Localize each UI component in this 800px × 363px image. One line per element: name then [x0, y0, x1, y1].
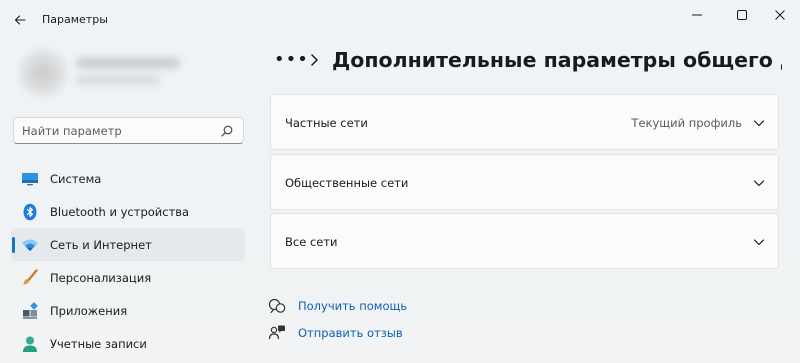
- sidebar-item-label: Bluetooth и устройства: [50, 205, 190, 219]
- active-indicator: [12, 237, 15, 253]
- avatar: [18, 48, 68, 98]
- breadcrumb-overflow-button[interactable]: •••: [274, 49, 309, 70]
- card-label: Общественные сети: [285, 176, 409, 190]
- search-icon[interactable]: [220, 124, 234, 138]
- send-feedback-link[interactable]: Отправить отзыв: [268, 322, 468, 344]
- sidebar-item-label: Учетные записи: [50, 337, 147, 351]
- back-button[interactable]: [8, 8, 32, 32]
- title-bar: Параметры: [0, 0, 800, 40]
- search-input[interactable]: [22, 123, 217, 139]
- minimize-button[interactable]: [679, 0, 715, 30]
- get-help-link[interactable]: Получить помощь: [268, 295, 468, 317]
- help-icon: [268, 298, 286, 314]
- apps-icon: [21, 302, 39, 320]
- minimize-icon: [692, 14, 702, 16]
- chevron-down-icon[interactable]: [752, 176, 766, 190]
- user-profile[interactable]: [14, 44, 244, 100]
- sidebar-item-personalization[interactable]: Персонализация: [11, 261, 245, 294]
- sidebar-item-network[interactable]: Сеть и Интернет: [11, 228, 245, 261]
- bluetooth-icon: [21, 203, 39, 221]
- card-label: Все сети: [285, 235, 338, 249]
- settings-window: Параметры Найти параметр Система Bluetoo…: [0, 0, 800, 363]
- breadcrumb: ••• Дополнительные параметры общего дос: [272, 46, 782, 80]
- sidebar-item-label: Приложения: [50, 304, 128, 318]
- sidebar-nav: Система Bluetooth и устройства Сеть и Ин…: [11, 162, 245, 360]
- card-status: Текущий профиль: [631, 116, 742, 130]
- chevron-down-icon[interactable]: [752, 235, 766, 249]
- search-box[interactable]: [13, 117, 244, 144]
- card-private-networks[interactable]: Частные сети Текущий профиль: [270, 94, 779, 150]
- maximize-icon: [737, 10, 747, 20]
- profile-name-blurred: [76, 58, 180, 68]
- card-public-networks[interactable]: Общественные сети: [270, 154, 779, 210]
- account-icon: [21, 335, 39, 353]
- sidebar-item-label: Персонализация: [50, 271, 152, 285]
- chevron-down-icon[interactable]: [752, 116, 766, 130]
- sidebar-item-apps[interactable]: Приложения: [11, 294, 245, 327]
- chevron-right-icon: [311, 54, 318, 66]
- close-icon: [775, 10, 785, 20]
- card-all-networks[interactable]: Все сети: [270, 213, 779, 269]
- link-label: Получить помощь: [298, 299, 408, 313]
- sidebar-item-bluetooth[interactable]: Bluetooth и устройства: [11, 195, 245, 228]
- arrow-left-icon: [14, 15, 26, 25]
- monitor-icon: [21, 170, 39, 188]
- sidebar-item-label: Система: [50, 172, 102, 186]
- card-label: Частные сети: [285, 116, 368, 130]
- link-label: Отправить отзыв: [298, 326, 403, 340]
- app-title: Параметры: [42, 13, 108, 26]
- profile-email-blurred: [76, 76, 160, 84]
- maximize-button[interactable]: [724, 0, 760, 30]
- page-title: Дополнительные параметры общего дос: [332, 48, 782, 72]
- brush-icon: [21, 269, 39, 287]
- sidebar-item-accounts[interactable]: Учетные записи: [11, 327, 245, 360]
- sidebar-item-label: Сеть и Интернет: [50, 238, 152, 252]
- sidebar-item-system[interactable]: Система: [11, 162, 245, 195]
- feedback-icon: [268, 325, 285, 340]
- close-button[interactable]: [762, 0, 798, 30]
- wifi-icon: [21, 236, 39, 254]
